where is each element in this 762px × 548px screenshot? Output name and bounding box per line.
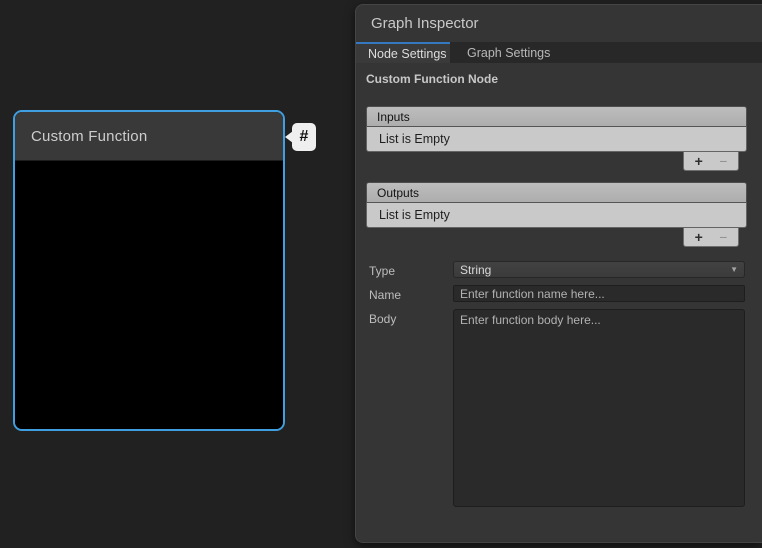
outputs-add-button[interactable]: + [689, 229, 709, 246]
outputs-empty-label: List is Empty [379, 208, 450, 222]
inputs-list-body: List is Empty [366, 127, 747, 152]
inputs-remove-button[interactable]: − [713, 153, 733, 170]
tab-label: Graph Settings [467, 46, 550, 60]
shader-graph-window: Custom Function # Graph Inspector Node S… [0, 0, 762, 548]
inputs-list: Inputs List is Empty + − [366, 106, 747, 171]
function-body-textarea[interactable] [453, 309, 745, 507]
outputs-remove-button[interactable]: − [713, 229, 733, 246]
graph-inspector-panel: Graph Inspector Node Settings Graph Sett… [355, 4, 762, 543]
tab-label: Node Settings [368, 47, 447, 61]
panel-title: Graph Inspector [371, 15, 479, 32]
custom-function-node[interactable]: Custom Function [13, 110, 285, 431]
outputs-list-body: List is Empty [366, 203, 747, 228]
inputs-empty-label: List is Empty [379, 132, 450, 146]
type-label: Type [369, 264, 395, 278]
tab-graph-settings[interactable]: Graph Settings [450, 42, 562, 63]
outputs-list-footer: + − [683, 228, 739, 247]
node-title-bar[interactable]: Custom Function [15, 112, 283, 161]
type-dropdown-value: String [460, 263, 730, 277]
tab-bar: Node Settings Graph Settings [356, 42, 762, 63]
type-dropdown[interactable]: String ▼ [453, 261, 745, 278]
outputs-list: Outputs List is Empty + − [366, 182, 747, 247]
node-settings-heading: Custom Function Node [366, 72, 498, 86]
tab-node-settings[interactable]: Node Settings [356, 42, 450, 63]
node-title: Custom Function [31, 128, 147, 145]
function-name-input[interactable] [453, 285, 745, 302]
body-label: Body [369, 312, 396, 326]
outputs-list-header[interactable]: Outputs [366, 182, 747, 203]
inputs-list-title: Inputs [377, 110, 410, 124]
node-hash-badge[interactable]: # [292, 123, 316, 151]
chevron-down-icon: ▼ [730, 265, 738, 274]
panel-header[interactable]: Graph Inspector [356, 5, 762, 42]
badge-tail [285, 131, 293, 143]
hash-icon: # [300, 128, 309, 146]
name-label: Name [369, 288, 401, 302]
outputs-list-title: Outputs [377, 186, 419, 200]
node-settings-content: Custom Function Node Inputs List is Empt… [356, 67, 762, 542]
inputs-add-button[interactable]: + [689, 153, 709, 170]
node-preview-body [15, 162, 283, 429]
inputs-list-header[interactable]: Inputs [366, 106, 747, 127]
inputs-list-footer: + − [683, 152, 739, 171]
